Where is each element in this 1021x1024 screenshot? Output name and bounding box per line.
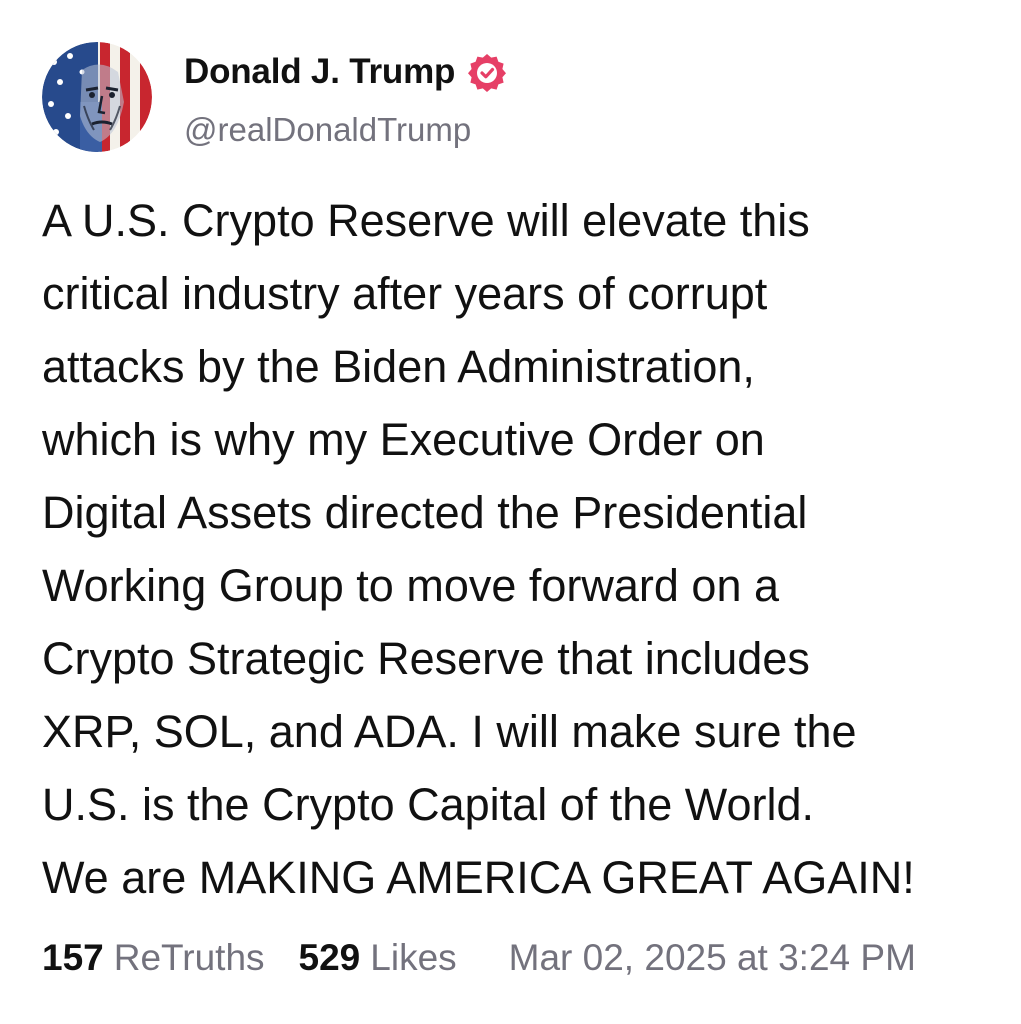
- author-handle[interactable]: @realDonaldTrump: [184, 108, 471, 152]
- post-body-line: attacks by the Biden Administration,: [42, 341, 755, 392]
- post-stats: 157 ReTruths 529 Likes Mar 02, 2025 at 3…: [42, 932, 916, 984]
- retruths-label: ReTruths: [113, 937, 265, 978]
- likes-count: 529: [298, 937, 361, 978]
- author-name-row: Donald J. Trump: [184, 50, 507, 94]
- author-display-name[interactable]: Donald J. Trump: [184, 50, 455, 94]
- verified-badge-icon: [467, 52, 507, 92]
- retruths-stat[interactable]: 157 ReTruths: [42, 937, 265, 979]
- american-flag-portrait-avatar: [42, 42, 152, 152]
- post-body-line: Digital Assets directed the Presidential: [42, 487, 808, 538]
- post-body-line: We are MAKING AMERICA GREAT AGAIN!: [42, 852, 915, 903]
- post-body-line: Crypto Strategic Reserve that includes: [42, 633, 810, 684]
- post-body-line: XRP, SOL, and ADA. I will make sure the: [42, 706, 857, 757]
- post-body-line: which is why my Executive Order on: [42, 414, 765, 465]
- post-body-line: Working Group to move forward on a: [42, 560, 780, 611]
- likes-label: Likes: [370, 937, 457, 978]
- post-body-line: A U.S. Crypto Reserve will elevate this: [42, 195, 810, 246]
- post-body-line: U.S. is the Crypto Capital of the World.: [42, 779, 814, 830]
- author-avatar[interactable]: [42, 42, 152, 152]
- retruths-count: 157: [42, 937, 104, 978]
- likes-stat[interactable]: 529 Likes: [299, 937, 457, 979]
- post-body: A U.S. Crypto Reserve will elevate this …: [42, 184, 1002, 914]
- post-timestamp[interactable]: Mar 02, 2025 at 3:24 PM: [509, 937, 916, 979]
- post-body-line: critical industry after years of corrupt: [42, 268, 768, 319]
- truth-post: Donald J. Trump @realDonaldTrump A U.S. …: [0, 0, 1021, 1024]
